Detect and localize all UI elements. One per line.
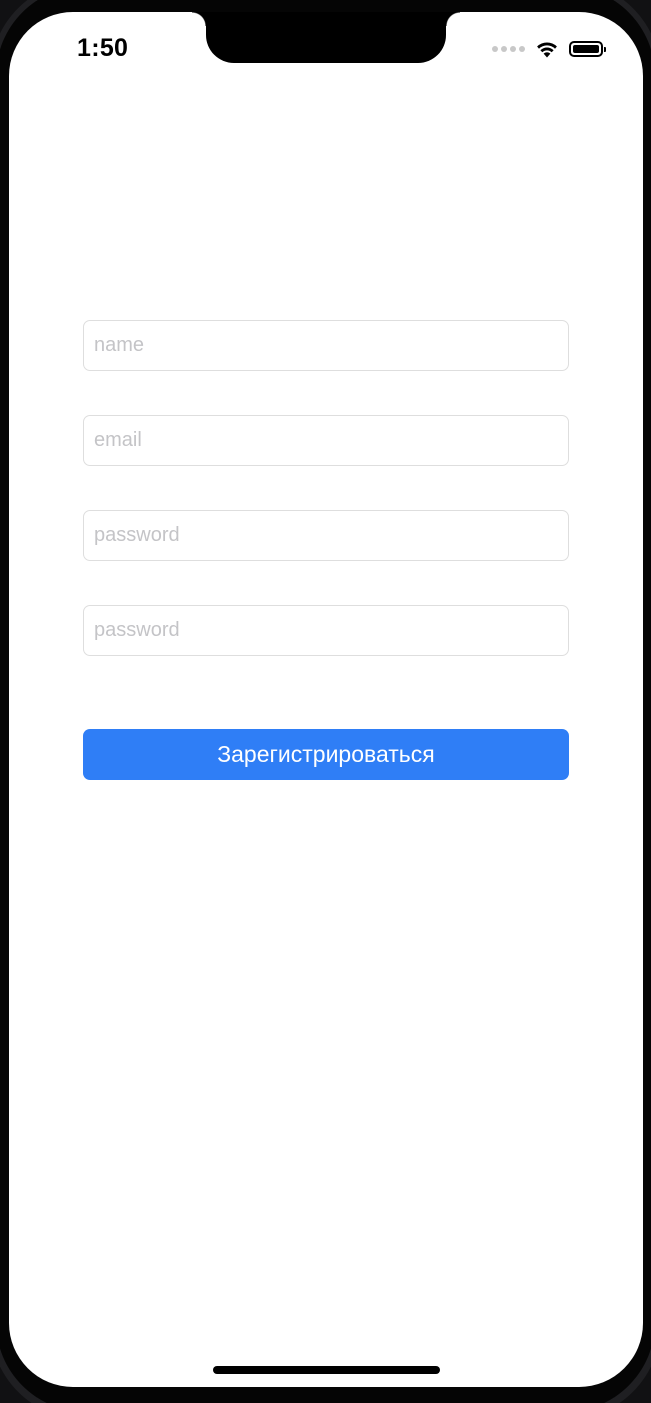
- register-button[interactable]: Зарегистрироваться: [83, 729, 569, 780]
- device-notch: [192, 12, 460, 63]
- battery-icon: [569, 41, 606, 57]
- cellular-signal-icon: [492, 46, 525, 52]
- app-screen: 1:50 Зарегистрироваться: [9, 12, 643, 1387]
- password-field[interactable]: [83, 510, 569, 561]
- name-field[interactable]: [83, 320, 569, 371]
- email-field[interactable]: [83, 415, 569, 466]
- wifi-icon: [537, 42, 557, 58]
- home-indicator[interactable]: [213, 1366, 440, 1374]
- device-frame: 1:50 Зарегистрироваться: [0, 0, 651, 1403]
- password-confirm-field[interactable]: [83, 605, 569, 656]
- status-bar-time: 1:50: [77, 34, 129, 62]
- status-bar-indicators: [492, 38, 606, 60]
